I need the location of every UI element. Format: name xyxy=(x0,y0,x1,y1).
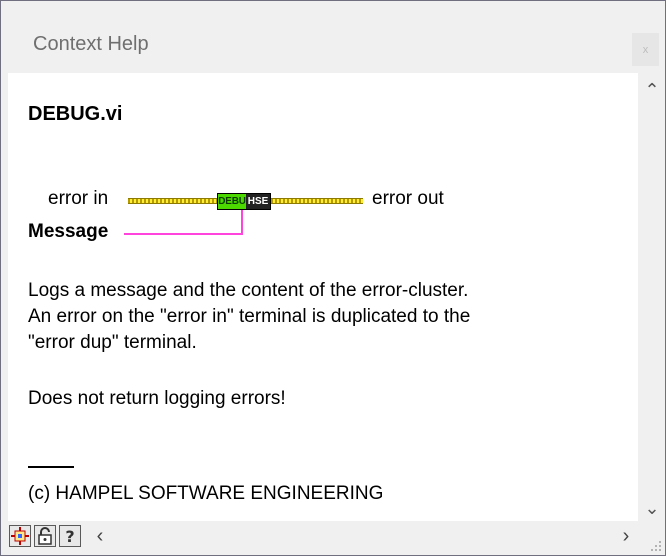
note-text: Does not return logging errors! xyxy=(28,388,286,409)
description-line-1: Logs a message and the content of the er… xyxy=(28,280,469,301)
vi-icon: DEBU HSE xyxy=(217,193,271,210)
scroll-left-icon[interactable]: ‹ xyxy=(91,525,109,547)
vi-name: DEBUG.vi xyxy=(28,103,123,125)
error-out-wire xyxy=(271,198,363,204)
help-content: DEBUG.vi error in DEBU HSE error out Mes… xyxy=(8,73,638,521)
context-help-window: Context Help x DEBUG.vi error in DEBU HS… xyxy=(0,0,666,556)
description-line-3: "error dup" terminal. xyxy=(28,332,197,353)
terminal-icon xyxy=(11,527,29,545)
copyright-text: (c) HAMPEL SOFTWARE ENGINEERING xyxy=(28,483,384,504)
error-in-label: error in xyxy=(48,188,109,209)
scroll-up-icon[interactable]: ⌃ xyxy=(641,79,663,101)
help-icon: ? xyxy=(65,526,75,546)
description: Logs a message and the content of the er… xyxy=(28,278,618,356)
message-wire-vertical xyxy=(241,210,243,235)
title-bar: Context Help x xyxy=(1,1,665,73)
error-in-wire xyxy=(128,198,217,204)
vertical-scrollbar[interactable] xyxy=(638,73,665,521)
description-line-2: An error on the "error in" terminal is d… xyxy=(28,306,471,327)
vi-icon-hse: HSE xyxy=(246,194,270,209)
message-label: Message xyxy=(28,221,109,242)
show-optional-terminals-button[interactable] xyxy=(9,525,31,547)
scroll-right-icon[interactable]: › xyxy=(617,525,635,547)
close-button[interactable]: x xyxy=(632,33,659,66)
lock-button[interactable] xyxy=(34,525,56,547)
resize-grip-icon[interactable] xyxy=(647,537,663,553)
detailed-help-button[interactable]: ? xyxy=(59,525,81,547)
scroll-down-icon[interactable]: ⌄ xyxy=(641,497,663,519)
vi-icon-debu: DEBU xyxy=(218,194,246,209)
error-out-label: error out xyxy=(372,188,444,209)
message-wire xyxy=(124,233,243,235)
separator-line xyxy=(28,466,74,468)
lock-icon xyxy=(38,527,52,545)
window-title: Context Help xyxy=(33,33,149,55)
